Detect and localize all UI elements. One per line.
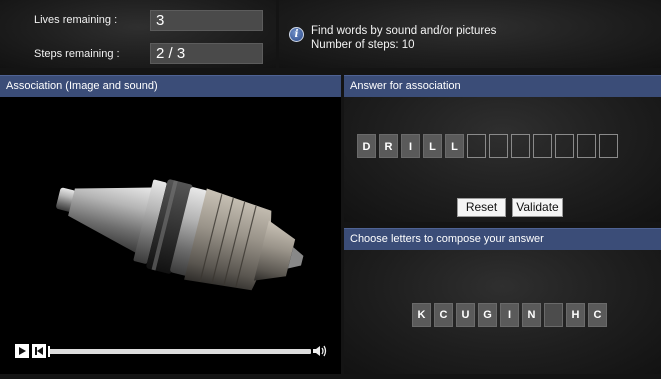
association-header: Association (Image and sound) xyxy=(0,75,341,97)
answer-slot[interactable] xyxy=(511,134,530,158)
answer-slot[interactable]: R xyxy=(379,134,398,158)
reset-button[interactable]: Reset xyxy=(457,198,506,217)
letter-tile[interactable]: C xyxy=(588,303,607,327)
rewind-icon xyxy=(32,344,46,358)
answer-slot[interactable]: L xyxy=(445,134,464,158)
association-image-area xyxy=(0,97,341,374)
step-count-text: Number of steps: 10 xyxy=(311,39,415,51)
seek-handle[interactable] xyxy=(48,346,50,357)
answer-slot[interactable] xyxy=(555,134,574,158)
steps-value: 2 / 3 xyxy=(150,43,263,64)
volume-icon[interactable] xyxy=(312,344,328,358)
answer-slot[interactable] xyxy=(533,134,552,158)
rewind-button[interactable] xyxy=(32,344,46,358)
lives-value: 3 xyxy=(150,10,263,31)
drill-chuck-image xyxy=(56,179,304,291)
answer-slot[interactable] xyxy=(489,134,508,158)
answer-slot[interactable] xyxy=(599,134,618,158)
letter-tile[interactable]: N xyxy=(522,303,541,327)
stats-panel: Lives remaining : 3 Steps remaining : 2 … xyxy=(0,0,276,68)
compose-panel: Choose letters to compose your answer xyxy=(344,228,661,374)
steps-label: Steps remaining : xyxy=(34,48,120,60)
answer-slot[interactable] xyxy=(467,134,486,158)
letter-tile[interactable]: I xyxy=(500,303,519,327)
answer-slot[interactable] xyxy=(577,134,596,158)
play-button[interactable] xyxy=(15,344,29,358)
instructions-panel: i Find words by sound and/or pictures Nu… xyxy=(279,0,661,68)
letter-tile[interactable]: C xyxy=(434,303,453,327)
answer-slot[interactable]: I xyxy=(401,134,420,158)
letter-tile[interactable]: K xyxy=(412,303,431,327)
letter-tile[interactable]: U xyxy=(456,303,475,327)
media-player xyxy=(12,341,332,363)
association-panel: Association (Image and sound) xyxy=(0,75,341,374)
info-icon: i xyxy=(289,27,304,42)
instructions-text: Find words by sound and/or pictures xyxy=(311,25,497,37)
answer-header: Answer for association xyxy=(344,75,661,97)
letter-tile[interactable]: G xyxy=(478,303,497,327)
compose-header: Choose letters to compose your answer xyxy=(344,228,661,250)
answer-slot[interactable]: L xyxy=(423,134,442,158)
letter-tile[interactable]: H xyxy=(566,303,585,327)
validate-button[interactable]: Validate xyxy=(512,198,563,217)
play-icon xyxy=(15,344,29,358)
lives-label: Lives remaining : xyxy=(34,14,118,26)
seek-bar[interactable] xyxy=(48,349,311,354)
letter-tile[interactable] xyxy=(544,303,563,327)
answer-slot[interactable]: D xyxy=(357,134,376,158)
